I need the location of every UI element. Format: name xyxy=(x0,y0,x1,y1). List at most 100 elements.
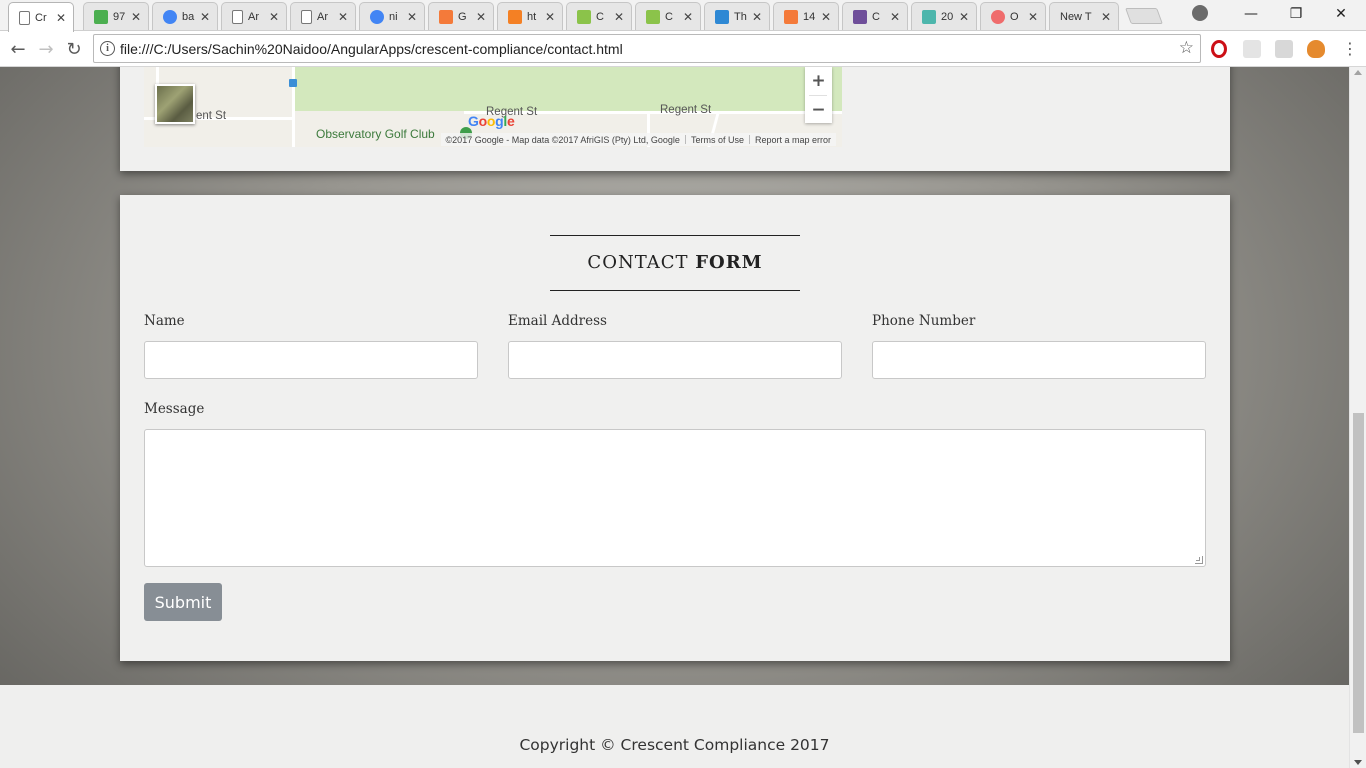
scroll-up-arrow-icon[interactable] xyxy=(1354,70,1362,75)
browser-menu-icon[interactable]: ⋮ xyxy=(1342,37,1358,61)
tab-close-icon[interactable]: ✕ xyxy=(199,10,211,24)
browser-tab[interactable]: ht ✕ xyxy=(497,2,563,30)
map-card: ent St Regent St Regent St Observatory G… xyxy=(120,67,1230,171)
opera-extension-icon[interactable] xyxy=(1211,40,1227,58)
tab-close-icon[interactable]: ✕ xyxy=(751,10,763,24)
tab-close-icon[interactable]: ✕ xyxy=(613,10,625,24)
contact-form-heading: CONTACT FORM xyxy=(550,235,800,291)
copyright-text: Copyright © Crescent Compliance 2017 xyxy=(519,736,830,754)
map-zoom-control: + − xyxy=(805,67,832,123)
map-attribution: ©2017 Google - Map data ©2017 AfriGIS (P… xyxy=(440,133,836,146)
page-icon xyxy=(301,9,312,24)
google-map[interactable]: ent St Regent St Regent St Observatory G… xyxy=(144,67,842,147)
browser-tab[interactable]: Cr ✕ xyxy=(8,2,74,32)
tab-close-icon[interactable]: ✕ xyxy=(475,10,487,24)
name-field[interactable] xyxy=(144,341,478,379)
google-icon xyxy=(370,9,384,24)
page-footer: Copyright © Crescent Compliance 2017 xyxy=(0,685,1349,768)
tab-close-icon[interactable]: ✕ xyxy=(889,10,901,24)
phone-field[interactable] xyxy=(872,341,1206,379)
heading-bold: FORM xyxy=(695,252,763,273)
map-copyright: ©2017 Google - Map data ©2017 AfriGIS (P… xyxy=(445,134,680,145)
browser-tab[interactable]: 14 ✕ xyxy=(773,2,839,30)
tab-title: New T xyxy=(1060,10,1092,23)
tab-title: ht xyxy=(527,10,537,23)
page-icon xyxy=(232,9,243,24)
browser-tab[interactable]: C ✕ xyxy=(635,2,701,30)
tab-close-icon[interactable]: ✕ xyxy=(268,10,280,24)
tab-title: Th xyxy=(734,10,747,23)
zoom-out-button[interactable]: − xyxy=(805,96,832,124)
close-window-button[interactable]: ✕ xyxy=(1318,2,1364,26)
browser-tab[interactable]: ba ✕ xyxy=(152,2,218,30)
codepen-html-icon xyxy=(784,9,798,24)
pdf-extension-icon[interactable] xyxy=(1275,40,1293,58)
tab-close-icon[interactable]: ✕ xyxy=(820,10,832,24)
map-terms-link[interactable]: Terms of Use xyxy=(686,135,749,145)
tab-close-icon[interactable]: ✕ xyxy=(337,10,349,24)
email-label: Email Address xyxy=(508,313,607,329)
browser-tabstrip: — ❐ ✕ Cr ✕ 97 ✕ ba ✕ Ar ✕ Ar ✕ ni ✕ G ✕ ht ✕ C ✕ C ✕ Th ✕ 14 ✕ C… xyxy=(0,0,1366,32)
address-bar[interactable]: i file:///C:/Users/Sachin%20Naidoo/Angul… xyxy=(93,34,1201,63)
bus-stop-icon xyxy=(289,79,297,87)
google-maps-icon xyxy=(94,9,108,24)
browser-tab[interactable]: G ✕ xyxy=(428,2,494,30)
address-url[interactable]: file:///C:/Users/Sachin%20Naidoo/Angular… xyxy=(120,41,623,57)
metamask-extension-icon[interactable] xyxy=(1307,40,1325,58)
tab-close-icon[interactable]: ✕ xyxy=(55,11,67,25)
browser-tab[interactable]: Ar ✕ xyxy=(290,2,356,30)
tab-title: 14 xyxy=(803,10,816,23)
browser-tab[interactable]: New T ✕ xyxy=(1049,2,1119,30)
browser-tab[interactable]: Ar ✕ xyxy=(221,2,287,30)
browser-tab[interactable]: 20 ✕ xyxy=(911,2,977,30)
scrollbar-thumb[interactable] xyxy=(1353,413,1364,733)
browser-toolbar: ← → ↻ i file:///C:/Users/Sachin%20Naidoo… xyxy=(0,31,1366,67)
message-textarea[interactable] xyxy=(144,429,1206,567)
reload-icon[interactable]: ↻ xyxy=(62,37,86,61)
resize-grip-icon[interactable] xyxy=(1195,556,1203,564)
browser-tab[interactable]: Th ✕ xyxy=(704,2,770,30)
tab-close-icon[interactable]: ✕ xyxy=(958,10,970,24)
back-arrow-icon[interactable]: ← xyxy=(6,37,30,61)
browser-tab[interactable]: C ✕ xyxy=(566,2,632,30)
page-icon xyxy=(19,10,30,25)
satellite-toggle[interactable] xyxy=(155,84,195,124)
zoom-in-button[interactable]: + xyxy=(805,67,832,95)
profile-icon[interactable] xyxy=(1192,5,1208,21)
contact-form-card: CONTACT FORM Name Email Address Phone Nu… xyxy=(120,195,1230,661)
tab-close-icon[interactable]: ✕ xyxy=(1027,10,1039,24)
w3schools-icon xyxy=(577,9,591,24)
tab-close-icon[interactable]: ✕ xyxy=(1100,10,1112,24)
browser-tab[interactable]: O ✕ xyxy=(980,2,1046,30)
tab-close-icon[interactable]: ✕ xyxy=(406,10,418,24)
bookmark-star-icon[interactable]: ☆ xyxy=(1179,38,1194,58)
message-label: Message xyxy=(144,401,205,417)
tab-title: ni xyxy=(389,10,398,23)
vertical-scrollbar[interactable] xyxy=(1349,67,1366,768)
tab-title: C xyxy=(872,10,880,23)
submit-button[interactable]: Submit xyxy=(144,583,222,621)
browser-tab[interactable]: 97 ✕ xyxy=(83,2,149,30)
red-circle-icon xyxy=(991,9,1005,24)
scroll-down-arrow-icon[interactable] xyxy=(1354,760,1362,765)
heading-light: CONTACT xyxy=(587,252,689,273)
minimize-button[interactable]: — xyxy=(1228,2,1274,26)
tab-close-icon[interactable]: ✕ xyxy=(544,10,556,24)
info-icon[interactable]: i xyxy=(100,41,115,56)
tab-close-icon[interactable]: ✕ xyxy=(130,10,142,24)
extension-icon[interactable] xyxy=(1243,40,1261,58)
forward-arrow-icon[interactable]: → xyxy=(34,37,58,61)
name-label: Name xyxy=(144,313,185,329)
email-field[interactable] xyxy=(508,341,842,379)
bootstrap-icon xyxy=(853,9,867,24)
new-tab-button[interactable] xyxy=(1125,8,1163,24)
tab-close-icon[interactable]: ✕ xyxy=(682,10,694,24)
map-street-label: Regent St xyxy=(660,104,712,116)
tab-title: Ar xyxy=(317,10,328,23)
browser-tab[interactable]: ni ✕ xyxy=(359,2,425,30)
map-report-link[interactable]: Report a map error xyxy=(750,135,836,145)
map-street-label: ent St xyxy=(196,110,227,122)
browser-tab[interactable]: C ✕ xyxy=(842,2,908,30)
restore-button[interactable]: ❐ xyxy=(1273,2,1319,26)
sitepoint-icon xyxy=(715,9,729,24)
